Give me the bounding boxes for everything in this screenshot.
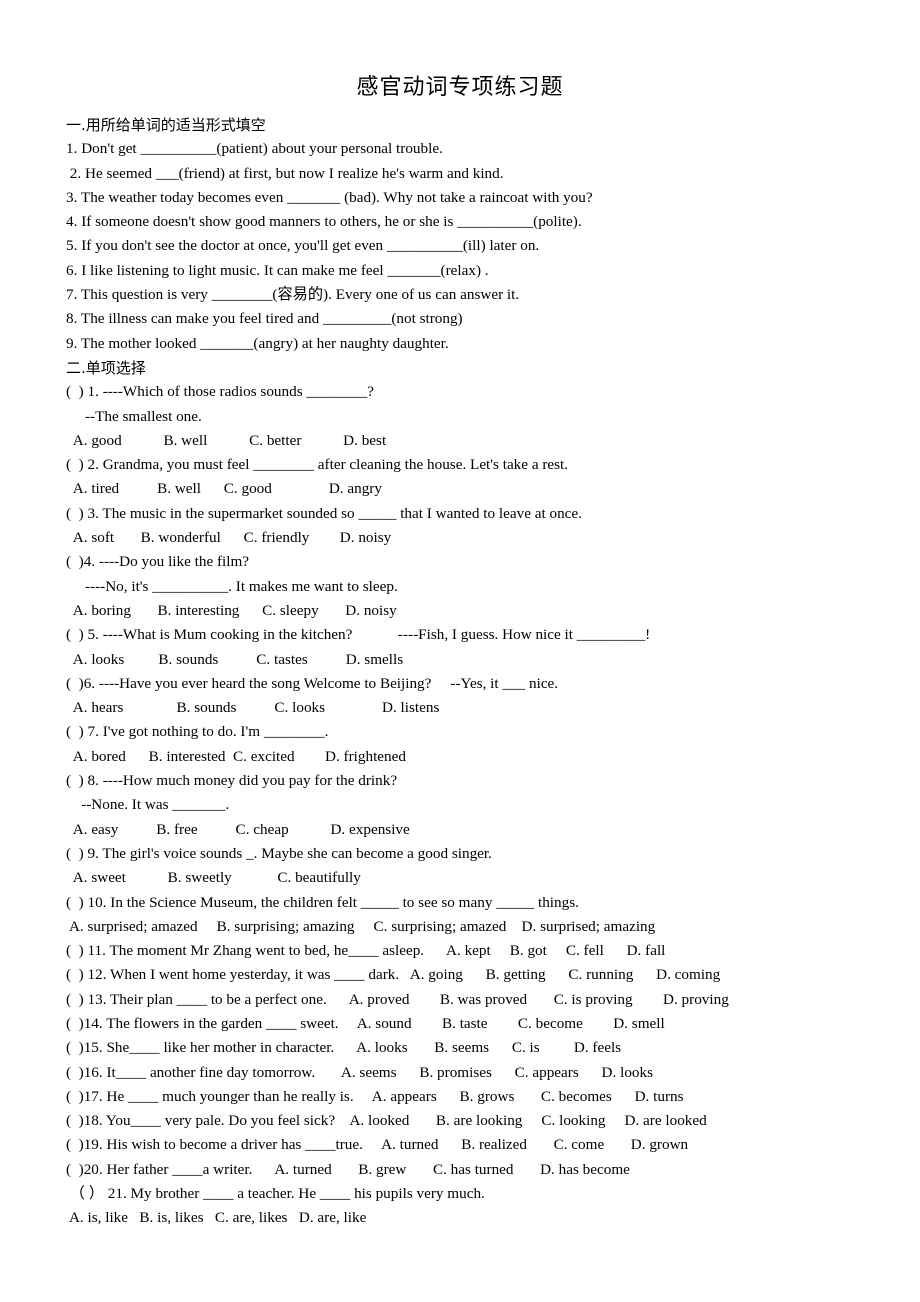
exercise-item: ( ) 9. The girl's voice sounds _. Maybe … (66, 844, 492, 862)
option-row: A. bored B. interested C. excited D. fri… (66, 747, 406, 765)
exercise-item: ( ) 13. Their plan ____ to be a perfect … (66, 990, 729, 1008)
option-row: A. looks B. sounds C. tastes D. smells (66, 650, 404, 668)
exercise-item: ( ) 8. ----How much money did you pay fo… (66, 772, 398, 790)
section-heading-fill-in-blanks: 一.用所给单词的适当形式填空 (66, 116, 266, 134)
exercise-item: ( ) 7. I've got nothing to do. I'm _____… (66, 723, 329, 741)
exercise-item: --None. It was _______. (66, 796, 230, 814)
exercise-item: ( ) 3. The music in the supermarket soun… (66, 504, 582, 522)
exercise-item: （ ） 21. My brother ____ a teacher. He __… (66, 1185, 485, 1203)
exercise-item: 8. The illness can make you feel tired a… (66, 310, 463, 328)
exercise-item: 9. The mother looked _______(angry) at h… (66, 334, 449, 352)
exercise-item: ( )18. You____ very pale. Do you feel si… (66, 1112, 707, 1130)
exercise-item: 6. I like listening to light music. It c… (66, 261, 489, 279)
exercise-item: ( )19. His wish to become a driver has _… (66, 1136, 689, 1154)
exercise-item: 1. Don't get __________(patient) about y… (66, 140, 443, 158)
option-row: A. sweet B. sweetly C. beautifully (66, 869, 361, 887)
option-row: A. boring B. interesting C. sleepy D. no… (66, 601, 397, 619)
section-heading-multiple-choice: 二.单项选择 (66, 358, 146, 377)
exercise-item: 7. This question is very ________(容易的). … (66, 286, 520, 304)
exercise-item: 2. He seemed ___(friend) at first, but n… (66, 164, 504, 182)
exercise-item: 3. The weather today becomes even ______… (66, 188, 593, 206)
exercise-item: ----No, it's __________. It makes me wan… (66, 577, 398, 595)
exercise-item: ( )17. He ____ much younger than he real… (66, 1087, 684, 1105)
exercise-item: ( )6. ----Have you ever heard the song W… (66, 674, 559, 692)
option-row: A. soft B. wonderful C. friendly D. nois… (66, 529, 392, 547)
option-row: A. hears B. sounds C. looks D. listens (66, 699, 440, 717)
exercise-item: ( ) 11. The moment Mr Zhang went to bed,… (66, 942, 666, 960)
exercise-item: ( ) 1. ----Which of those radios sounds … (66, 383, 374, 401)
exercise-item: ( )20. Her father ____a writer. A. turne… (66, 1160, 630, 1178)
option-row: A. tired B. well C. good D. angry (66, 480, 382, 498)
exercise-item: ( )15. She____ like her mother in charac… (66, 1039, 622, 1057)
exercise-item: ( )4. ----Do you like the film? (66, 553, 250, 571)
exercise-item: 5. If you don't see the doctor at once, … (66, 237, 540, 255)
exercise-item: ( )14. The flowers in the garden ____ sw… (66, 1014, 665, 1032)
option-row: A. easy B. free C. cheap D. expensive (66, 820, 410, 838)
exercise-item: ( ) 2. Grandma, you must feel ________ a… (66, 456, 569, 474)
exercise-item: ( ) 10. In the Science Museum, the child… (66, 893, 579, 911)
option-row: A. surprised; amazed B. surprising; amaz… (66, 917, 656, 935)
exercise-item: ( ) 5. ----What is Mum cooking in the ki… (66, 626, 651, 644)
exercise-item: ( ) 12. When I went home yesterday, it w… (66, 966, 721, 984)
exercise-item: --The smallest one. (66, 407, 202, 425)
option-row: A. is, like B. is, likes C. are, likes D… (66, 1209, 367, 1227)
exercise-item: ( )16. It____ another fine day tomorrow.… (66, 1063, 654, 1081)
option-row: A. good B. well C. better D. best (66, 431, 387, 449)
page-title: 感官动词专项练习题 (356, 74, 564, 99)
worksheet-page: 感官动词专项练习题 一.用所给单词的适当形式填空 1. Don't get __… (0, 0, 920, 1302)
exercise-item: 4. If someone doesn't show good manners … (66, 213, 582, 231)
document-body: 一.用所给单词的适当形式填空 1. Don't get __________(p… (66, 113, 906, 1231)
